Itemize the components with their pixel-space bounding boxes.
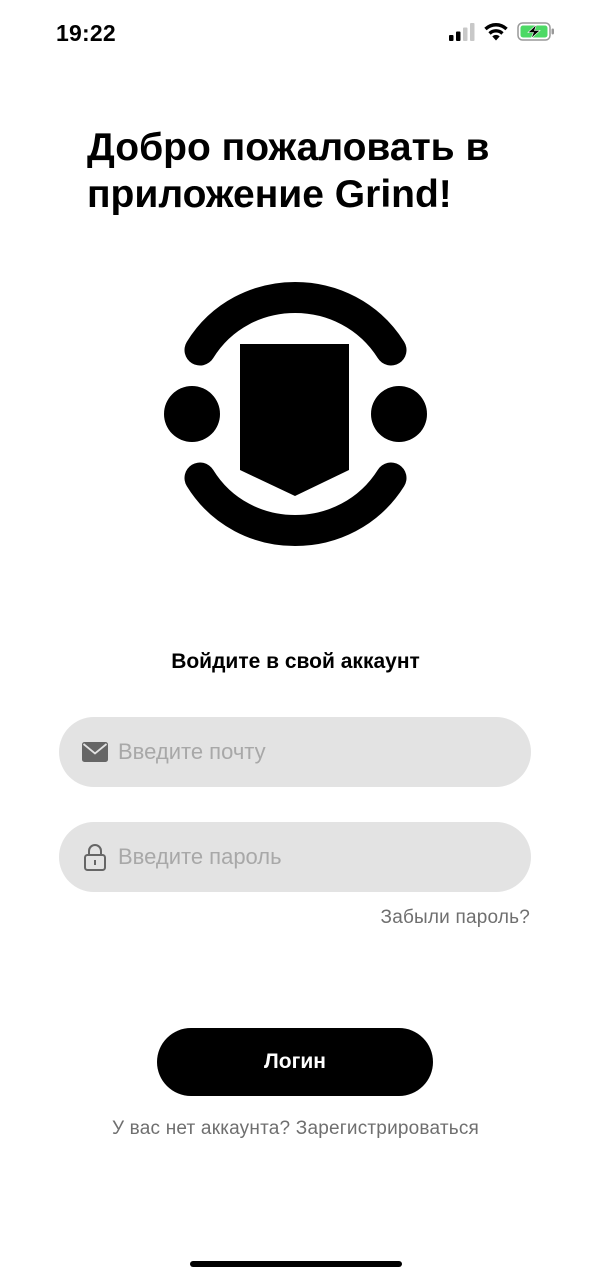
forgot-password-link[interactable]: Забыли пароль? (381, 907, 530, 929)
email-field[interactable] (59, 717, 531, 787)
status-bar: 19:22 (0, 0, 591, 70)
signup-link[interactable]: У вас нет аккаунта? Зарегистрироваться (0, 1118, 591, 1140)
status-time: 19:22 (56, 20, 116, 46)
home-indicator (190, 1261, 402, 1267)
password-field[interactable] (59, 822, 531, 892)
status-icons (449, 22, 555, 41)
grind-logo-icon (163, 282, 427, 546)
wifi-icon (484, 23, 508, 41)
envelope-icon (81, 738, 109, 766)
login-subtitle: Войдите в свой аккаунт (171, 650, 420, 673)
email-input[interactable] (118, 739, 498, 765)
battery-charging-icon (517, 22, 554, 41)
lock-icon (81, 843, 109, 871)
cellular-signal-icon (449, 22, 475, 41)
welcome-title: Добро пожаловать в приложение Grind! (87, 126, 490, 216)
password-input[interactable] (118, 844, 498, 870)
login-button[interactable]: Логин (157, 1028, 433, 1096)
